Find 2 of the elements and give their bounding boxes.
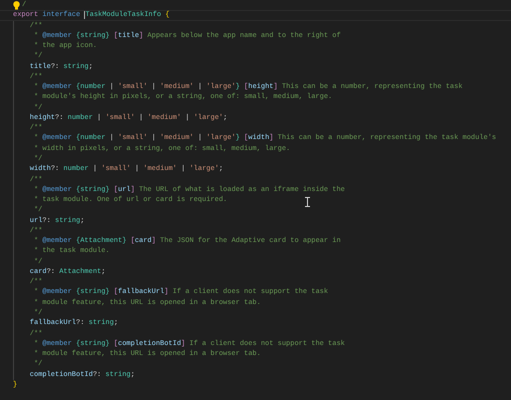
text-cursor-icon <box>305 197 310 207</box>
lightbulb-icon[interactable] <box>13 0 20 10</box>
